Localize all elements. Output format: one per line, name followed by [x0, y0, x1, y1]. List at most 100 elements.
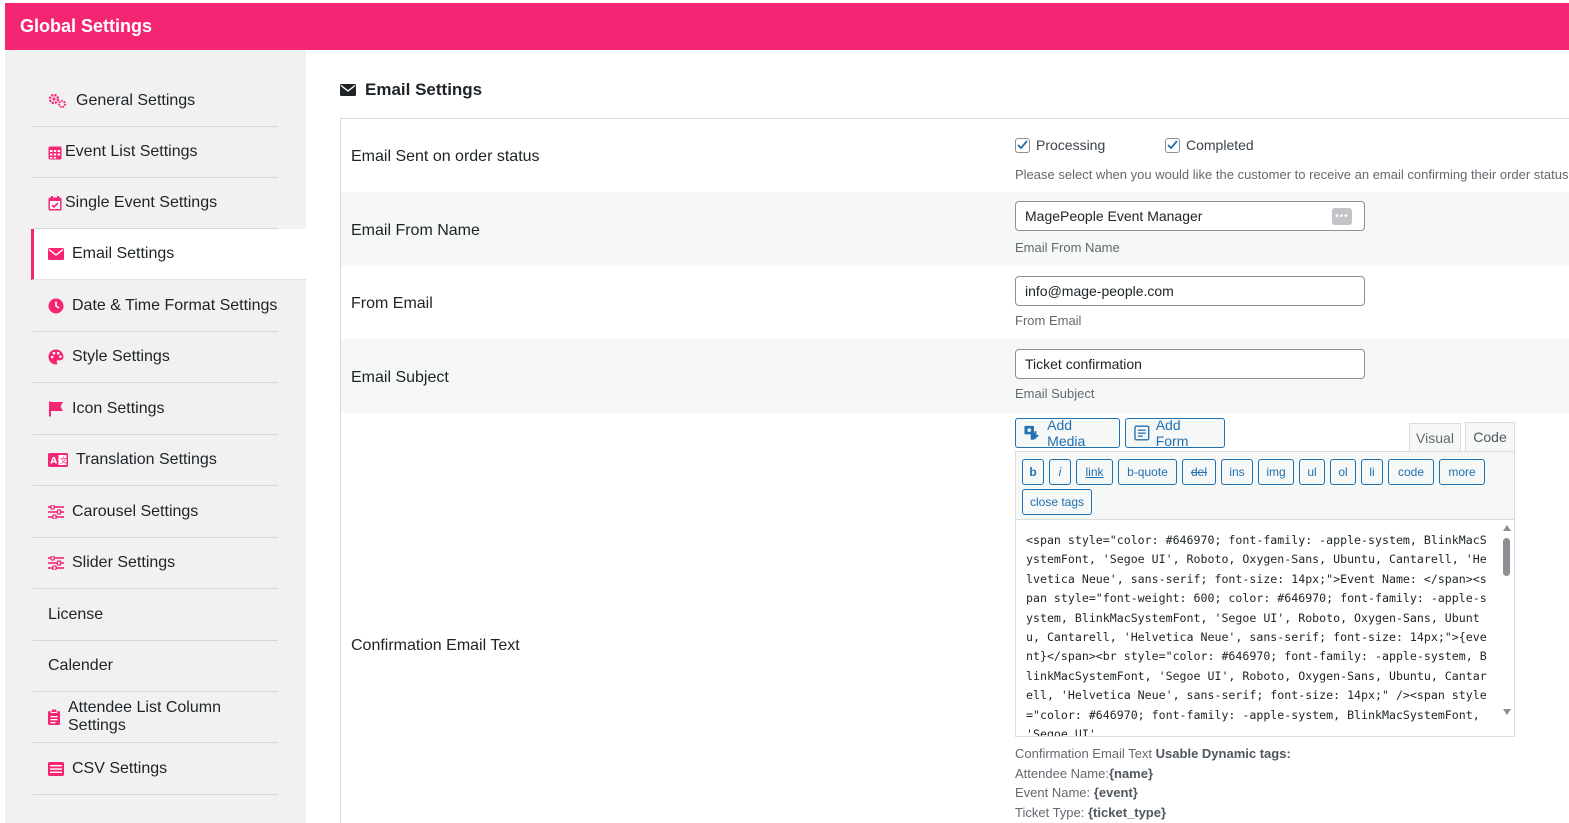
qt-close-tags-button[interactable]: close tags — [1022, 489, 1092, 515]
tags-heading: Confirmation Email Text Usable Dynamic t… — [1015, 744, 1291, 764]
calendar-check-icon — [48, 195, 62, 211]
from-name-input[interactable]: MagePeople Event Manager ••• — [1015, 201, 1365, 231]
row-confirmation-text: Confirmation Email Text Add Media Add Fo… — [341, 413, 1569, 823]
tag-code: {ticket_type} — [1088, 804, 1167, 820]
calendar-grid-icon — [48, 144, 62, 160]
palette-icon — [48, 349, 64, 365]
tag-label: Ticket Type: — [1015, 804, 1085, 820]
sidebar-item-label: Translation Settings — [76, 451, 217, 468]
media-icon — [1024, 425, 1039, 440]
sidebar-item-email-settings[interactable]: Email Settings — [31, 229, 306, 280]
sidebar-item-attendee-list-column-settings[interactable]: Attendee List Column Settings — [33, 692, 278, 743]
sidebar-item-csv-settings[interactable]: CSV Settings — [33, 744, 278, 795]
add-form-label: Add Form — [1155, 417, 1189, 449]
envelope-icon — [340, 84, 356, 96]
add-media-button[interactable]: Add Media — [1015, 417, 1120, 449]
from-name-description: Email From Name — [1015, 240, 1120, 255]
main-content: Email Settings Email Sent on order statu… — [306, 50, 1569, 823]
svg-text:文: 文 — [60, 455, 68, 465]
sidebar-item-event-list-settings[interactable]: Event List Settings — [33, 127, 278, 178]
sidebar-item-carousel-settings[interactable]: Carousel Settings — [33, 487, 278, 538]
tag-event-name: Event Name: {event} — [1015, 783, 1291, 803]
email-content-text: <span style="color: #646970; font-family… — [1026, 533, 1487, 736]
completed-checkbox[interactable] — [1165, 137, 1180, 153]
sidebar-item-calender[interactable]: Calender — [33, 641, 278, 692]
qt-ul-button[interactable]: ul — [1299, 459, 1325, 485]
tags-prefix: Confirmation Email Text — [1015, 746, 1153, 761]
envelope-icon — [48, 246, 64, 262]
from-name-label: Email From Name — [351, 222, 480, 239]
sidebar-item-label: Icon Settings — [72, 400, 165, 417]
tab-code[interactable]: Code — [1465, 422, 1515, 451]
subject-input[interactable]: Ticket confirmation — [1015, 349, 1365, 379]
checkmark-icon — [1017, 140, 1028, 150]
row-order-status: Email Sent on order status Processing Co… — [341, 119, 1569, 192]
qt-code-button[interactable]: code — [1388, 459, 1434, 485]
order-status-label: Email Sent on order status — [351, 148, 540, 165]
tag-ticket-type: Ticket Type: {ticket_type} — [1015, 803, 1291, 823]
from-email-value: info@mage-people.com — [1025, 283, 1174, 299]
checkmark-icon — [1167, 140, 1178, 150]
sidebar-item-slider-settings[interactable]: Slider Settings — [33, 538, 278, 589]
sliders-icon — [48, 504, 64, 520]
sidebar-item-label: Email Settings — [72, 245, 175, 262]
processing-checkbox-row[interactable]: Processing — [1015, 137, 1105, 153]
section-title: Email Settings — [340, 80, 482, 100]
from-email-input[interactable]: info@mage-people.com — [1015, 276, 1365, 306]
sidebar-item-label: Date & Time Format Settings — [72, 297, 278, 314]
flag-icon — [48, 401, 64, 417]
section-title-text: Email Settings — [365, 80, 483, 99]
sidebar-item-label: Style Settings — [72, 348, 170, 365]
svg-text:A: A — [50, 457, 57, 467]
sidebar-item-label: General Settings — [76, 92, 196, 109]
sidebar-item-date-time-format-settings[interactable]: Date & Time Format Settings — [33, 281, 278, 332]
sidebar-item-license[interactable]: License — [33, 590, 278, 641]
qt-link-button[interactable]: link — [1076, 459, 1113, 485]
sidebar-item-translation-settings[interactable]: A文 Translation Settings — [33, 435, 278, 486]
qt-ins-button[interactable]: ins — [1221, 459, 1253, 485]
form-icon — [1134, 425, 1150, 441]
sidebar-item-label: Slider Settings — [72, 554, 176, 571]
gears-icon — [48, 93, 68, 109]
row-from-name: Email From Name MagePeople Event Manager… — [341, 192, 1569, 266]
more-dots-icon[interactable]: ••• — [1332, 208, 1352, 225]
sliders-icon — [48, 555, 64, 571]
tag-code: {event} — [1093, 785, 1138, 800]
add-form-button[interactable]: Add Form — [1125, 417, 1225, 449]
subject-description: Email Subject — [1015, 386, 1095, 401]
subject-value: Ticket confirmation — [1025, 356, 1142, 372]
qt-del-button[interactable]: del — [1182, 459, 1216, 485]
tag-attendee-name: Attendee Name:{name} — [1015, 764, 1291, 784]
settings-table: Email Sent on order status Processing Co… — [340, 118, 1569, 823]
sidebar-item-label: Calender — [48, 657, 113, 674]
qt-more-button[interactable]: more — [1439, 459, 1485, 485]
confirmation-label: Confirmation Email Text — [351, 637, 520, 654]
clock-icon — [48, 298, 64, 314]
scroll-thumb[interactable] — [1503, 538, 1510, 576]
scroll-down-icon[interactable] — [1503, 709, 1511, 715]
qt-img-button[interactable]: img — [1258, 459, 1294, 485]
email-content-textarea[interactable]: <span style="color: #646970; font-family… — [1016, 519, 1514, 736]
tag-label: Attendee Name: — [1015, 765, 1109, 781]
subject-label: Email Subject — [351, 369, 449, 386]
sidebar-item-label: Single Event Settings — [65, 194, 218, 211]
textarea-scrollbar[interactable] — [1500, 520, 1514, 736]
qt-bold-button[interactable]: b — [1022, 459, 1044, 485]
qt-li-button[interactable]: li — [1361, 459, 1383, 485]
qt-bquote-button[interactable]: b-quote — [1118, 459, 1177, 485]
sidebar-item-general-settings[interactable]: General Settings — [33, 76, 278, 127]
processing-checkbox[interactable] — [1015, 137, 1030, 153]
sidebar-item-single-event-settings[interactable]: Single Event Settings — [33, 178, 278, 229]
completed-checkbox-row[interactable]: Completed — [1165, 137, 1254, 153]
sidebar: General Settings Event List Settings Sin… — [5, 50, 306, 823]
scroll-up-icon[interactable] — [1503, 525, 1511, 531]
sidebar-item-icon-settings[interactable]: Icon Settings — [33, 384, 278, 435]
tab-visual[interactable]: Visual — [1409, 423, 1461, 452]
qt-italic-button[interactable]: i — [1049, 459, 1071, 485]
sidebar-item-label: Attendee List Column Settings — [68, 699, 221, 734]
qt-ol-button[interactable]: ol — [1330, 459, 1356, 485]
sidebar-item-style-settings[interactable]: Style Settings — [33, 332, 278, 383]
language-icon: A文 — [48, 452, 68, 468]
clipboard-icon — [48, 709, 60, 725]
sidebar-item-label: Carousel Settings — [72, 503, 199, 520]
